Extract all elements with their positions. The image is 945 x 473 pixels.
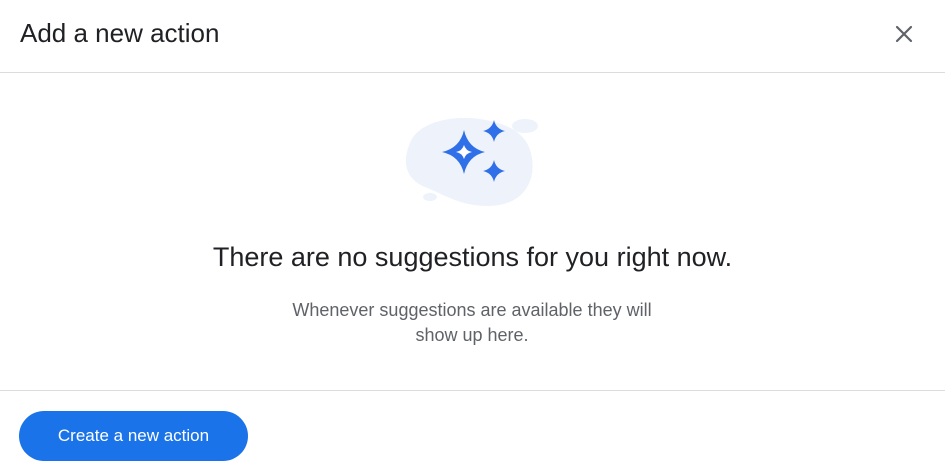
add-action-dialog: Add a new action There are no suggestion…: [0, 0, 945, 473]
empty-state: There are no suggestions for you right n…: [0, 73, 945, 390]
empty-state-subtext: Whenever suggestions are available they …: [292, 300, 652, 345]
dialog-title: Add a new action: [20, 18, 220, 48]
empty-state-headline: There are no suggestions for you right n…: [212, 242, 733, 272]
illustration-blob: [405, 117, 533, 206]
create-new-action-button[interactable]: Create a new action: [19, 411, 248, 461]
dialog-header: Add a new action: [0, 0, 945, 73]
illustration-dot: [423, 193, 437, 201]
sparkle-stars-icon: [405, 117, 538, 206]
close-button[interactable]: [884, 14, 924, 54]
illustration-blob-small: [512, 119, 538, 133]
dialog-footer: Create a new action: [0, 390, 945, 473]
close-icon: [895, 25, 913, 43]
